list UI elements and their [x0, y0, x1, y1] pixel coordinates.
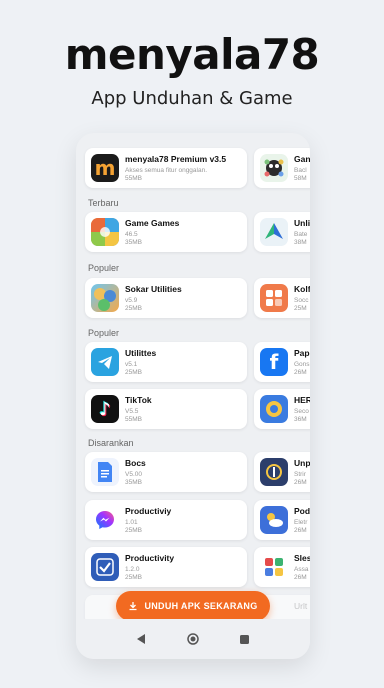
app-version: v5.1: [125, 361, 138, 368]
app-size: 25MB: [125, 305, 142, 312]
right-app-size: 58M: [294, 175, 307, 182]
app-version: 46.5: [125, 231, 138, 238]
app-card-right-5[interactable]: Unp Strir 26M: [254, 452, 310, 492]
app-size: 36M: [294, 416, 307, 423]
back-triangle-icon[interactable]: [135, 632, 149, 646]
app-name: Productivity: [125, 553, 175, 563]
app-card-productiviy[interactable]: Productiviy 1.01 25MB: [85, 500, 247, 540]
home-circle-icon[interactable]: [186, 632, 200, 646]
section-label-populer: Populer: [88, 263, 120, 273]
app-version: 1.2.0: [125, 566, 140, 573]
app-version: V5.00: [125, 471, 142, 478]
app-name: HER: [294, 395, 310, 405]
unpack-icon: [260, 458, 288, 486]
app-size: 55MB: [125, 416, 142, 423]
app-version: v5.9: [125, 297, 138, 304]
app-meta: Assa: [294, 566, 309, 573]
app-card-utilittes[interactable]: Utilittes v5.1 25MB: [85, 342, 247, 382]
featured-app-desc: Akses semua fitur onggalan.: [125, 167, 208, 174]
app-name: Sles: [294, 553, 310, 563]
app-card-right-2[interactable]: Kolf Socc 25M: [254, 278, 310, 318]
docs-icon: [91, 458, 119, 486]
app-card-right-1[interactable]: Unli Bate 38M: [254, 212, 310, 252]
app-name: Pod: [294, 506, 310, 516]
app-version: 1.01: [125, 519, 138, 526]
app-card-right-7[interactable]: Sles Assa 26M: [254, 547, 310, 587]
app-card-right-6[interactable]: Pod Eletr 26M: [254, 500, 310, 540]
app-version: V5.5: [125, 408, 139, 415]
app-meta: Seco: [294, 408, 309, 415]
hero-game-icon: [260, 395, 288, 423]
shapes-grid-icon: [260, 553, 288, 581]
app-name: TikTok: [125, 395, 152, 405]
phone-mockup: m menyala78 Premium v3.5 Akses semua fit…: [76, 133, 310, 659]
app-card-right-3[interactable]: f Pap Gons 26M: [254, 342, 310, 382]
app-card-tiktok[interactable]: ♪ TikTok V5.5 55MB: [85, 389, 247, 429]
featured-app-name: menyala78 Premium v3.5: [125, 154, 227, 164]
app-size: 26M: [294, 369, 307, 376]
right-app-name: Gan: [294, 154, 310, 164]
telegram-icon: [91, 348, 119, 376]
tiktok-icon: ♪: [91, 395, 119, 423]
facebook-icon: f: [260, 348, 288, 376]
app-size: 25MB: [125, 574, 142, 581]
app-name: Kolf: [294, 284, 310, 294]
section-label-disarankan: Disarankan: [88, 438, 134, 448]
featured-app-size: 55MB: [125, 175, 142, 182]
app-card-productivity[interactable]: Productivity 1.2.0 25MB: [85, 547, 247, 587]
section-label-populer-2: Populer: [88, 328, 120, 338]
app-size: 26M: [294, 574, 307, 581]
app-meta: Gons: [294, 361, 310, 368]
weather-icon: [260, 506, 288, 534]
app-size: 26M: [294, 479, 307, 486]
app-meta: Strir: [294, 471, 306, 478]
app-size: 25MB: [125, 527, 142, 534]
app-name: Unli: [294, 218, 310, 228]
app-list-screen: m menyala78 Premium v3.5 Akses semua fit…: [76, 133, 310, 619]
featured-app-card[interactable]: m menyala78 Premium v3.5 Akses semua fit…: [85, 148, 247, 188]
hero-subtitle: App Unduhan & Game: [91, 88, 293, 109]
app-size: 35MB: [125, 479, 142, 486]
download-apk-button[interactable]: UNDUH APK SEKARANG: [116, 591, 270, 619]
checkmark-icon: [91, 553, 119, 581]
hero-title: menyala78: [64, 30, 320, 79]
featured-right-card[interactable]: Gan Bacl 58M: [254, 148, 310, 188]
download-icon: [129, 602, 137, 611]
app-meta: Bate: [294, 231, 308, 238]
app-name: Game Games: [125, 218, 180, 228]
arrow-logo-icon: [260, 218, 288, 246]
app-size: 35MB: [125, 239, 142, 246]
download-apk-label: UNDUH APK SEKARANG: [144, 601, 258, 611]
game-creature-icon: [260, 154, 288, 182]
app-card-bocs[interactable]: Bocs V5.00 35MB: [85, 452, 247, 492]
app-size: 26M: [294, 527, 307, 534]
section-label-terbaru: Terbaru: [88, 198, 119, 208]
app-name: Urlt: [294, 601, 308, 611]
messenger-icon: [91, 506, 119, 534]
app-card-game-games[interactable]: Game Games 46.5 35MB: [85, 212, 247, 252]
app-name: Sokar Utilities: [125, 284, 182, 294]
right-app-meta: Bacl: [294, 167, 307, 174]
app-card-right-4[interactable]: HER Seco 36M: [254, 389, 310, 429]
app-size: 25MB: [125, 369, 142, 376]
menyala-logo-icon: m: [91, 154, 119, 182]
app-size: 25M: [294, 305, 307, 312]
recents-square-icon[interactable]: [237, 632, 251, 646]
grid-tiles-icon: [260, 284, 288, 312]
app-name: Productiviy: [125, 506, 172, 516]
app-name: Unp: [294, 458, 310, 468]
app-name: Utilittes: [125, 348, 157, 358]
game-characters-icon: [91, 218, 119, 246]
app-name: Pap: [294, 348, 310, 358]
app-name: Bocs: [125, 458, 146, 468]
android-nav-bar: [76, 619, 310, 659]
app-meta: Socc: [294, 297, 309, 304]
app-meta: Eletr: [294, 519, 308, 526]
app-card-sokar-utilities[interactable]: Sokar Utilities v5.9 25MB: [85, 278, 247, 318]
game-characters-icon: [91, 284, 119, 312]
app-size: 38M: [294, 239, 307, 246]
